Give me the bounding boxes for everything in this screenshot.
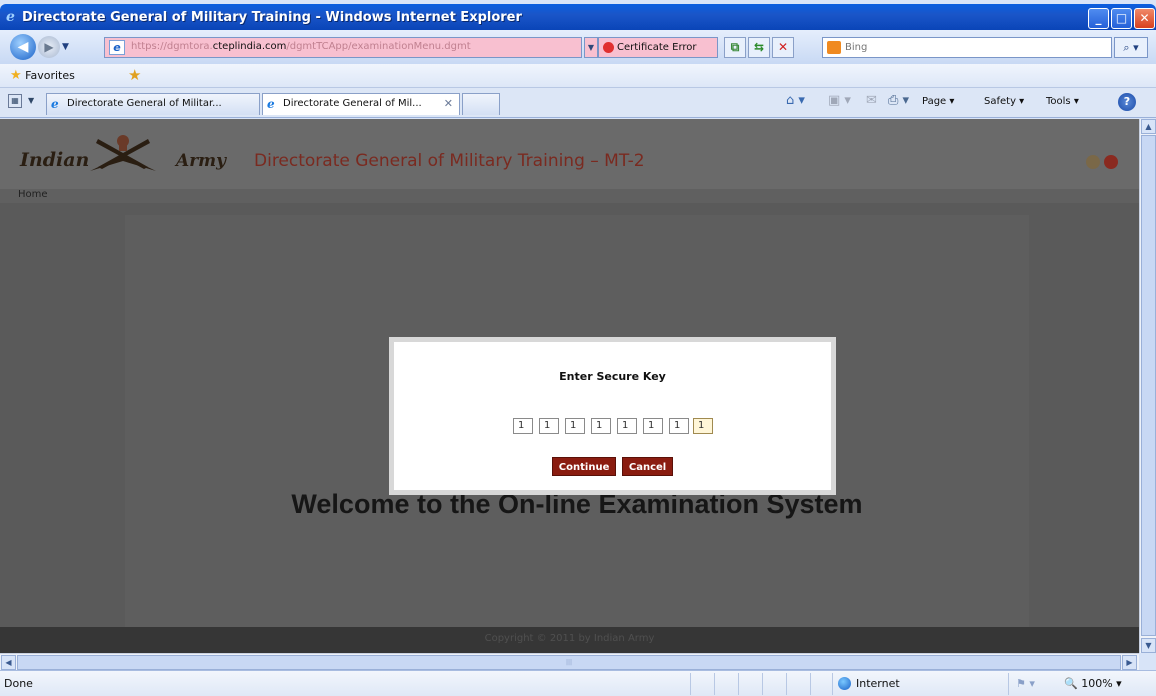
site-header: Indian Army Directorate General of Milit…: [0, 119, 1139, 189]
ie-logo-icon: e: [6, 9, 15, 25]
mail-icon[interactable]: ✉: [866, 93, 877, 108]
status-divider: [810, 673, 811, 695]
recent-pages-dropdown-icon[interactable]: ▼: [62, 42, 69, 52]
header-icons: [1086, 155, 1122, 172]
new-tab-button[interactable]: [462, 93, 500, 115]
vertical-scroll-thumb[interactable]: [1141, 135, 1156, 636]
close-tab-icon[interactable]: ✕: [444, 94, 453, 114]
tab-bar: ▦ ▼ e Directorate General of Militar... …: [0, 88, 1156, 118]
key-input-7[interactable]: 1: [669, 418, 689, 434]
tab-list-dropdown-icon[interactable]: ▼: [28, 96, 34, 105]
maximize-button[interactable]: □: [1111, 8, 1132, 29]
ie-tab-icon: e: [51, 97, 59, 111]
status-divider: [786, 673, 787, 695]
horizontal-scroll-thumb[interactable]: |||: [17, 655, 1121, 670]
secure-key-dialog: Enter Secure Key 1 1 1 1 1 1 1 1 Continu…: [389, 337, 836, 495]
close-button[interactable]: ✕: [1134, 8, 1155, 29]
print-icon[interactable]: ⎙ ▾: [888, 93, 909, 108]
copyright-text: Copyright © 2011 by Indian Army: [484, 633, 655, 644]
ie-tab-icon: e: [267, 97, 275, 111]
status-divider: [690, 673, 691, 695]
protected-mode-icon[interactable]: ⚑ ▾: [1016, 677, 1035, 690]
add-favorite-icon[interactable]: ★: [128, 66, 141, 84]
window-title: Directorate General of Military Training…: [22, 10, 522, 25]
key-input-8[interactable]: 1: [693, 418, 713, 434]
site-footer: Copyright © 2011 by Indian Army: [0, 627, 1139, 653]
stop-button[interactable]: ✕: [772, 37, 794, 58]
help-icon[interactable]: ?: [1118, 93, 1136, 111]
home-link[interactable]: Home: [18, 189, 48, 200]
status-divider: [762, 673, 763, 695]
status-divider: [1008, 673, 1009, 695]
secure-key-inputs: 1 1 1 1 1 1 1 1: [513, 418, 723, 436]
tab-2-active[interactable]: e Directorate General of Mil... ✕: [262, 93, 460, 115]
forward-button[interactable]: ▶: [38, 36, 60, 58]
logo-text-indian: Indian: [20, 149, 90, 171]
search-button[interactable]: ⌕ ▾: [1114, 37, 1148, 58]
page-icon: e: [109, 40, 125, 55]
home-icon[interactable]: ⌂ ▾: [786, 93, 805, 108]
key-input-5[interactable]: 1: [617, 418, 637, 434]
continue-button[interactable]: Continue: [551, 457, 617, 476]
key-input-6[interactable]: 1: [643, 418, 663, 434]
key-input-2[interactable]: 1: [539, 418, 559, 434]
title-bar: e Directorate General of Military Traini…: [0, 4, 1156, 30]
browser-window: e Directorate General of Military Traini…: [0, 0, 1156, 696]
cancel-button[interactable]: Cancel: [621, 457, 674, 476]
safety-menu[interactable]: Safety ▾: [984, 96, 1024, 107]
favorites-button[interactable]: ★ Favorites: [10, 68, 75, 83]
status-bar: Done Internet ⚑ ▾ 🔍 100% ▾: [0, 670, 1156, 696]
page-menu[interactable]: Page ▾: [922, 96, 954, 107]
army-emblem-icon: [90, 135, 156, 171]
key-input-4[interactable]: 1: [591, 418, 611, 434]
address-url: https://dgmtora.cteplindia.com/dgmtTCApp…: [131, 41, 471, 52]
bing-icon: [827, 41, 841, 54]
status-divider: [738, 673, 739, 695]
horizontal-scrollbar[interactable]: ◀ ||| ▶: [0, 653, 1139, 670]
refresh-button[interactable]: ⇆: [748, 37, 770, 58]
internet-zone[interactable]: Internet: [838, 677, 900, 690]
feeds-icon[interactable]: ▣ ▾: [828, 93, 851, 108]
power-icon[interactable]: [1104, 155, 1118, 169]
vertical-scrollbar[interactable]: ▲ ▼: [1139, 119, 1156, 653]
back-button[interactable]: ◀: [10, 34, 36, 60]
key-input-3[interactable]: 1: [565, 418, 585, 434]
search-input[interactable]: [845, 40, 1095, 55]
compatibility-view-button[interactable]: ⧉: [724, 37, 746, 58]
scroll-down-icon[interactable]: ▼: [1141, 638, 1156, 653]
status-divider: [714, 673, 715, 695]
dialog-title: Enter Secure Key: [559, 370, 666, 383]
tab-1[interactable]: e Directorate General of Militar...: [46, 93, 260, 115]
quick-tabs-icon[interactable]: ▦: [8, 94, 22, 108]
certificate-error-button[interactable]: Certificate Error: [598, 37, 718, 58]
navigation-bar: ◀ ▶ ▼ e https://dgmtora.cteplindia.com/d…: [0, 30, 1156, 64]
status-divider: [832, 673, 833, 695]
tools-menu[interactable]: Tools ▾: [1046, 96, 1079, 107]
dialog-buttons: Continue Cancel: [394, 457, 831, 476]
logo-text-army: Army: [176, 151, 227, 171]
favorites-bar: ★ Favorites ★: [0, 64, 1156, 88]
scroll-left-icon[interactable]: ◀: [1, 655, 16, 670]
address-dropdown-button[interactable]: ▼: [584, 37, 598, 58]
status-text: Done: [4, 677, 33, 690]
settings-icon[interactable]: [1086, 155, 1100, 169]
site-nav: Home: [0, 189, 1139, 203]
address-bar[interactable]: e https://dgmtora.cteplindia.com/dgmtTCA…: [104, 37, 582, 58]
key-input-1[interactable]: 1: [513, 418, 533, 434]
scroll-right-icon[interactable]: ▶: [1122, 655, 1137, 670]
favorites-star-icon: ★: [10, 68, 22, 83]
search-box[interactable]: [822, 37, 1112, 58]
minimize-button[interactable]: _: [1088, 8, 1109, 29]
zoom-level[interactable]: 🔍 100% ▾: [1064, 677, 1122, 690]
site-title: Directorate General of Military Training…: [254, 151, 645, 171]
scroll-up-icon[interactable]: ▲: [1141, 119, 1156, 134]
